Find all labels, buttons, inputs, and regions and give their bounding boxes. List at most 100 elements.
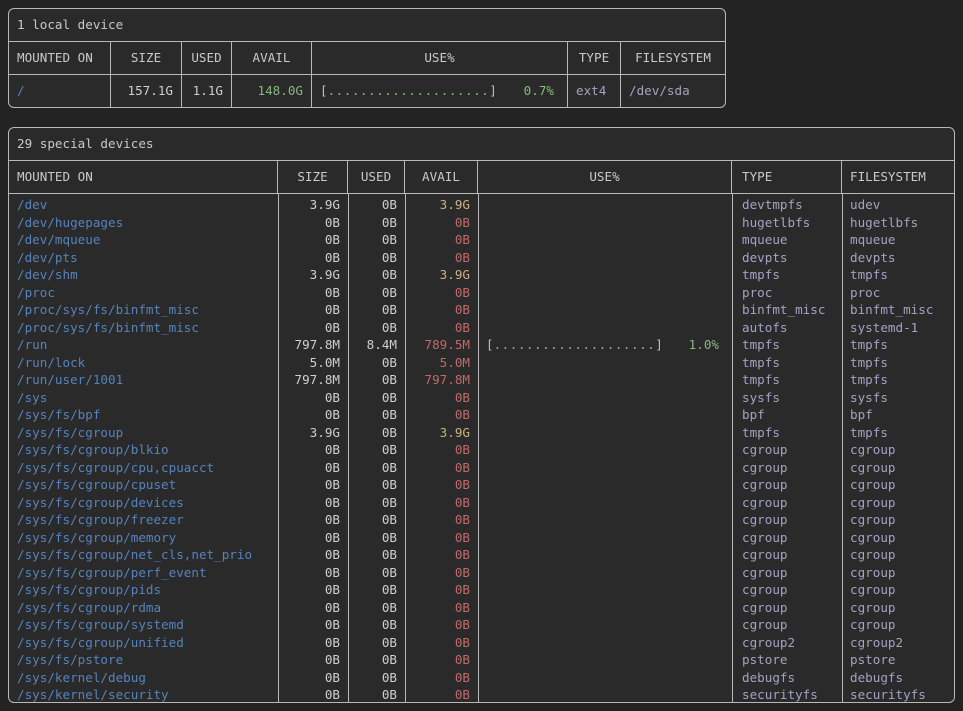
filesystem-cell: cgroup xyxy=(842,529,954,547)
mounted-on-cell: /sys/fs/cgroup/cpu,cpuacct xyxy=(9,459,278,477)
filesystem-cell: tmpfs xyxy=(842,424,954,442)
table-row: /sys/fs/cgroup3.9G0B3.9Gtmpfstmpfs xyxy=(9,424,954,442)
avail-cell: 0B xyxy=(405,651,478,669)
size-cell: 0B xyxy=(278,301,348,319)
size-cell: 0B xyxy=(278,459,348,477)
filesystem-cell: cgroup xyxy=(842,599,954,617)
used-cell: 0B xyxy=(348,284,405,302)
use-bar-cell xyxy=(478,616,732,634)
type-cell: cgroup xyxy=(732,546,842,564)
usage-percent: 0.7% xyxy=(524,75,554,107)
column-divider xyxy=(405,194,406,703)
filesystem-cell: tmpfs xyxy=(842,266,954,284)
avail-cell: 148.0G xyxy=(232,75,312,107)
special-devices-header-row: MOUNTED ONSIZEUSEDAVAILUSE%TYPEFILESYSTE… xyxy=(9,161,954,194)
table-row: /sys/fs/cgroup/net_cls,net_prio0B0B0Bcgr… xyxy=(9,546,954,564)
column-header-mounted-on: MOUNTED ON xyxy=(9,161,278,193)
size-cell: 0B xyxy=(278,284,348,302)
filesystem-cell: cgroup xyxy=(842,546,954,564)
filesystem-cell: systemd-1 xyxy=(842,319,954,337)
mounted-on-cell: /sys/fs/pstore xyxy=(9,651,278,669)
table-row: /proc/sys/fs/binfmt_misc0B0B0Bbinfmt_mis… xyxy=(9,301,954,319)
mounted-on-cell: /sys/fs/cgroup/blkio xyxy=(9,441,278,459)
avail-cell: 0B xyxy=(405,441,478,459)
use-bar-cell xyxy=(478,301,732,319)
avail-cell: 0B xyxy=(405,581,478,599)
avail-cell: 797.8M xyxy=(405,371,478,389)
avail-cell: 0B xyxy=(405,459,478,477)
avail-cell: 0B xyxy=(405,231,478,249)
column-divider xyxy=(842,194,843,703)
used-cell: 0B xyxy=(348,546,405,564)
local-devices-body: /157.1G1.1G148.0G[....................]0… xyxy=(9,75,725,107)
used-cell: 0B xyxy=(348,196,405,214)
size-cell: 0B xyxy=(278,634,348,652)
used-cell: 0B xyxy=(348,529,405,547)
mounted-on-cell: /sys/fs/cgroup xyxy=(9,424,278,442)
filesystem-cell: sysfs xyxy=(842,389,954,407)
use-bar-cell xyxy=(478,406,732,424)
mounted-on-cell: /dev/pts xyxy=(9,249,278,267)
table-row: /dev/pts0B0B0Bdevptsdevpts xyxy=(9,249,954,267)
usage-bar: [....................] xyxy=(320,75,497,107)
use-bar-cell xyxy=(478,494,732,512)
mounted-on-cell: /run/lock xyxy=(9,354,278,372)
size-cell: 3.9G xyxy=(278,424,348,442)
use-bar-cell xyxy=(478,354,732,372)
table-row: /sys/fs/cgroup/devices0B0B0Bcgroupcgroup xyxy=(9,494,954,512)
filesystem-cell: cgroup xyxy=(842,616,954,634)
avail-cell: 3.9G xyxy=(405,196,478,214)
table-row: /dev/mqueue0B0B0Bmqueuemqueue xyxy=(9,231,954,249)
use-bar-cell xyxy=(478,459,732,477)
column-header-type: TYPE xyxy=(732,161,842,193)
type-cell: ext4 xyxy=(568,75,621,107)
column-header-use-: USE% xyxy=(312,42,568,74)
avail-cell: 0B xyxy=(405,389,478,407)
table-row: /dev/hugepages0B0B0Bhugetlbfshugetlbfs xyxy=(9,214,954,232)
mounted-on-cell: /dev/shm xyxy=(9,266,278,284)
table-row: /proc/sys/fs/binfmt_misc0B0B0Bautofssyst… xyxy=(9,319,954,337)
avail-cell: 0B xyxy=(405,634,478,652)
avail-cell: 3.9G xyxy=(405,424,478,442)
table-row: /sys/fs/bpf0B0B0Bbpfbpf xyxy=(9,406,954,424)
special-devices-body: /dev3.9G0B3.9Gdevtmpfsudev/dev/hugepages… xyxy=(9,194,954,703)
filesystem-cell: tmpfs xyxy=(842,354,954,372)
used-cell: 0B xyxy=(348,599,405,617)
column-header-avail: AVAIL xyxy=(405,161,478,193)
size-cell: 0B xyxy=(278,231,348,249)
type-cell: tmpfs xyxy=(732,371,842,389)
used-cell: 0B xyxy=(348,441,405,459)
table-row: /sys/fs/cgroup/perf_event0B0B0Bcgroupcgr… xyxy=(9,564,954,582)
use-bar-cell xyxy=(478,424,732,442)
use-bar-cell xyxy=(478,546,732,564)
use-bar-cell xyxy=(478,284,732,302)
avail-cell: 0B xyxy=(405,214,478,232)
size-cell: 0B xyxy=(278,529,348,547)
filesystem-cell: mqueue xyxy=(842,231,954,249)
size-cell: 0B xyxy=(278,249,348,267)
size-cell: 0B xyxy=(278,599,348,617)
mounted-on-cell: /dev xyxy=(9,196,278,214)
used-cell: 0B xyxy=(348,494,405,512)
size-cell: 0B xyxy=(278,406,348,424)
use-bar-cell xyxy=(478,581,732,599)
size-cell: 0B xyxy=(278,546,348,564)
use-bar-cell xyxy=(478,196,732,214)
avail-cell: 5.0M xyxy=(405,354,478,372)
mounted-on-cell: /sys/fs/cgroup/memory xyxy=(9,529,278,547)
type-cell: proc xyxy=(732,284,842,302)
table-row: /sys/fs/cgroup/cpu,cpuacct0B0B0Bcgroupcg… xyxy=(9,459,954,477)
type-cell: tmpfs xyxy=(732,266,842,284)
avail-cell: 3.9G xyxy=(405,266,478,284)
type-cell: securityfs xyxy=(732,686,842,703)
table-row: /sys/kernel/debug0B0B0Bdebugfsdebugfs xyxy=(9,669,954,687)
size-cell: 0B xyxy=(278,686,348,703)
filesystem-cell: cgroup xyxy=(842,494,954,512)
mounted-on-cell: /dev/hugepages xyxy=(9,214,278,232)
type-cell: sysfs xyxy=(732,389,842,407)
column-header-use-: USE% xyxy=(478,161,732,193)
used-cell: 1.1G xyxy=(182,75,232,107)
used-cell: 0B xyxy=(348,634,405,652)
column-divider xyxy=(348,194,349,703)
filesystem-cell: pstore xyxy=(842,651,954,669)
